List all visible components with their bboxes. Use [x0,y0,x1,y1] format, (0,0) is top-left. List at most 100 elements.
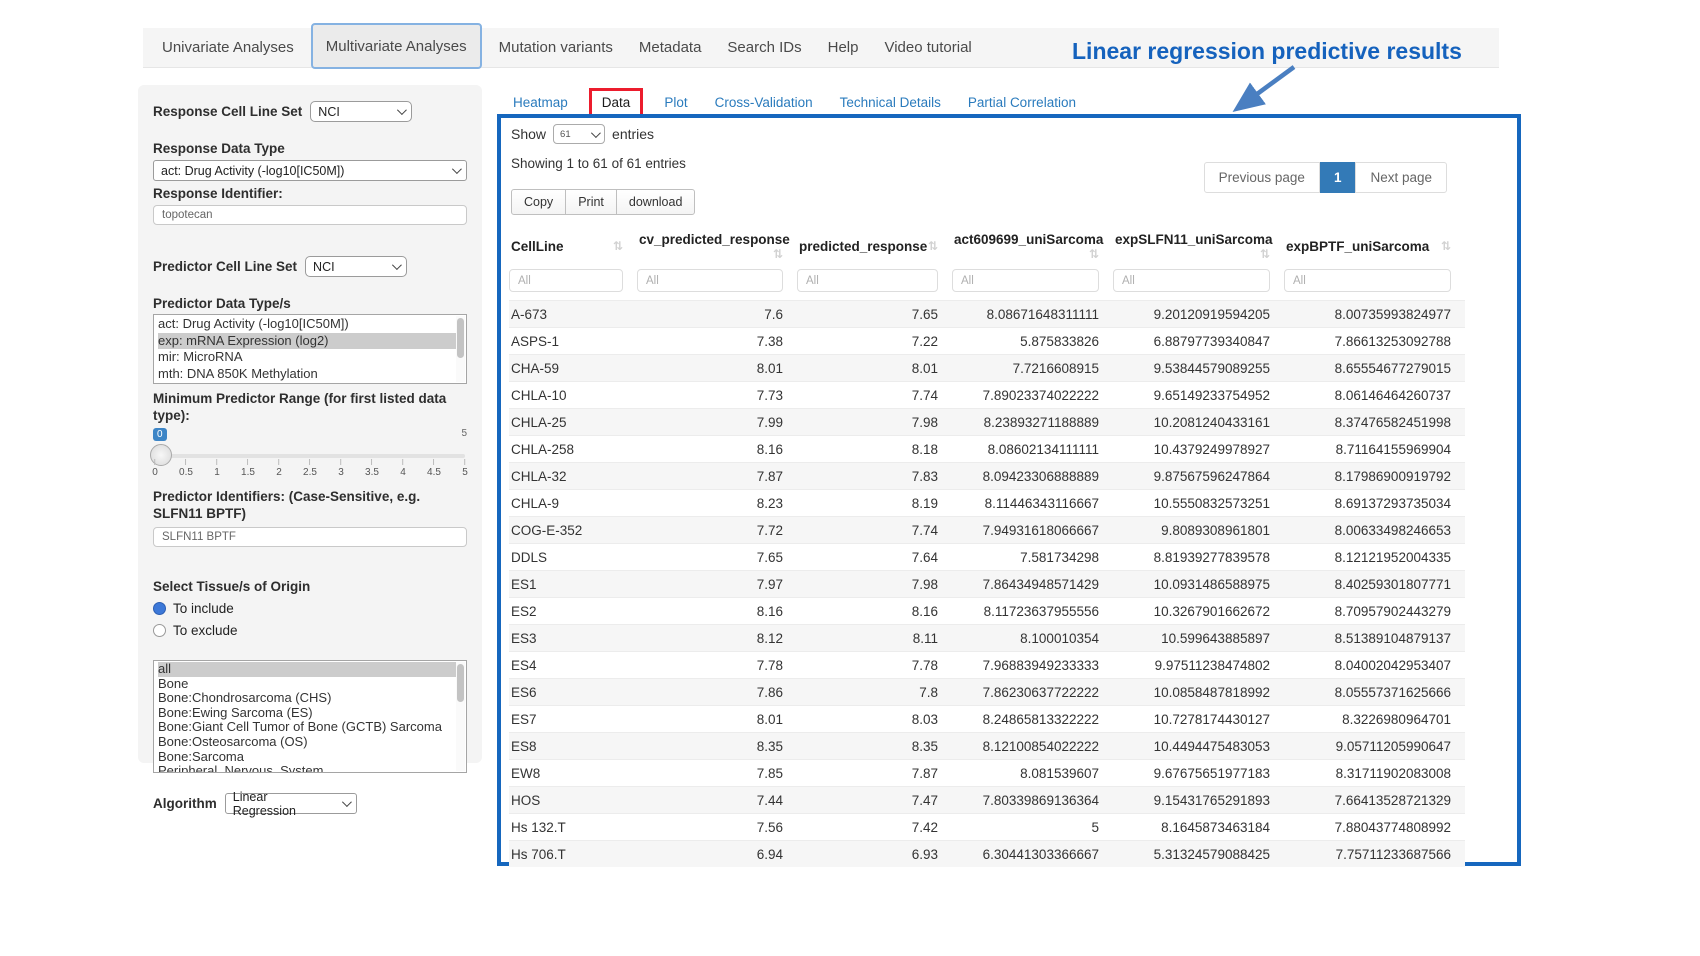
value-cell: 7.86230637722222 [952,679,1113,706]
value-cell: 10.3267901662672 [1113,598,1284,625]
tissue-list[interactable]: allBoneBone:Chondrosarcoma (CHS)Bone:Ewi… [153,660,467,773]
table-row[interactable]: CHLA-107.737.747.890233740222229.6514923… [509,382,1465,409]
print-button[interactable]: Print [565,189,617,215]
radio-to-exclude[interactable]: To exclude [153,623,467,638]
radio-unselected-icon[interactable] [153,624,166,637]
table-row[interactable]: HOS7.447.477.803398691363649.15431765291… [509,787,1465,814]
radio-to-include[interactable]: To include [153,601,467,616]
table-row[interactable]: CHA-598.018.017.72166089159.538445790892… [509,355,1465,382]
nav-item-search-ids[interactable]: Search IDs [714,39,814,56]
nav-item-univariate-analyses[interactable]: Univariate Analyses [149,39,307,56]
slider-ticks: 00.511.522.533.544.55 [155,459,465,483]
option-mth-dna-850k-methylation[interactable]: mth: DNA 850K Methylation [158,366,464,383]
option-peripheral-nervous-system[interactable]: Peripheral_Nervous_System [158,764,464,773]
value-cell: 7.80339869136364 [952,787,1113,814]
option-act-drug-activity-log10-ic50m[interactable]: act: Drug Activity (-log10[IC50M]) [158,316,464,333]
nav-item-mutation-variants[interactable]: Mutation variants [486,39,626,56]
table-row[interactable]: COG-E-3527.727.747.949316180666679.80893… [509,517,1465,544]
table-row[interactable]: CHLA-98.238.198.1144634311666710.5550832… [509,490,1465,517]
nav-item-multivariate-analyses[interactable]: Multivariate Analyses [311,23,482,69]
previous-page-button[interactable]: Previous page [1204,162,1320,193]
slider-track[interactable] [155,454,465,458]
column-header-act609699-unisarcoma[interactable]: act609699_uniSarcoma⇅ [952,223,1113,267]
filter-input-expslfn11-unisarcoma[interactable] [1113,269,1270,292]
nav-item-video-tutorial[interactable]: Video tutorial [871,39,984,56]
column-header-expslfn11-unisarcoma[interactable]: expSLFN11_uniSarcoma⇅ [1113,223,1284,267]
table-row[interactable]: ES47.787.787.968839492333339.97511238474… [509,652,1465,679]
option-bone-ewing-sarcoma-es[interactable]: Bone:Ewing Sarcoma (ES) [158,706,464,721]
tab-heatmap[interactable]: Heatmap [513,95,568,110]
table-row[interactable]: ES67.867.87.8623063772222210.08584878189… [509,679,1465,706]
option-bone-osteosarcoma-os[interactable]: Bone:Osteosarcoma (OS) [158,735,464,750]
scrollbar[interactable] [456,662,465,771]
value-cell: 6.88797739340847 [1113,328,1284,355]
table-row[interactable]: Hs 132.T7.567.4258.16458734631847.880437… [509,814,1465,841]
download-button[interactable]: download [616,189,696,215]
filter-input-expbptf-unisarcoma[interactable] [1284,269,1451,292]
nav-item-metadata[interactable]: Metadata [626,39,715,56]
table-row[interactable]: Hs 706.T6.946.936.304413033666675.313245… [509,841,1465,868]
sort-icon[interactable]: ⇅ [773,247,783,261]
tab-technical-details[interactable]: Technical Details [840,95,941,110]
sort-icon[interactable]: ⇅ [613,239,623,253]
sort-icon[interactable]: ⇅ [928,239,938,253]
nav-item-help[interactable]: Help [815,39,872,56]
filter-input-cellline[interactable] [509,269,623,292]
value-cell: 10.2081240433161 [1113,409,1284,436]
filter-input-predicted-response[interactable] [797,269,938,292]
table-row[interactable]: ES88.358.358.1210085402222210.4494475483… [509,733,1465,760]
slider-value-badge: 0 [153,428,167,441]
tab-plot[interactable]: Plot [664,95,687,110]
show-entries-select[interactable]: 61 [553,124,605,144]
sort-icon[interactable]: ⇅ [1441,239,1451,253]
sort-icon[interactable]: ⇅ [1089,247,1099,261]
table-row[interactable]: CHLA-327.877.838.094233068888899.8756759… [509,463,1465,490]
response-identifier-input[interactable] [153,205,467,225]
filter-input-act609699-unisarcoma[interactable] [952,269,1099,292]
next-page-button[interactable]: Next page [1355,162,1447,193]
column-header-predicted-response[interactable]: predicted_response⇅ [797,223,952,267]
scrollbar[interactable] [456,316,465,382]
filter-input-cv-predicted-response[interactable] [637,269,783,292]
table-row[interactable]: EW87.857.878.0815396079.676756519771838.… [509,760,1465,787]
table-row[interactable]: ES38.128.118.10001035410.5996438858978.5… [509,625,1465,652]
option-all[interactable]: all [158,662,464,677]
predictor-datatype-list[interactable]: act: Drug Activity (-log10[IC50M])exp: m… [153,314,467,384]
table-row[interactable]: CHLA-2588.168.188.0860213411111110.43792… [509,436,1465,463]
option-bone-giant-cell-tumor-of-bone-gctb-sarcoma[interactable]: Bone:Giant Cell Tumor of Bone (GCTB) Sar… [158,720,464,735]
table-row[interactable]: ES28.168.168.1172363795555610.3267901662… [509,598,1465,625]
table-row[interactable]: ASPS-17.387.225.8758338266.8879773934084… [509,328,1465,355]
option-bone-chondrosarcoma-chs[interactable]: Bone:Chondrosarcoma (CHS) [158,691,464,706]
response-data-type-select[interactable]: act: Drug Activity (-log10[IC50M]) [153,160,467,181]
value-cell: 8.06146464260737 [1284,382,1465,409]
scrollbar-thumb[interactable] [457,664,464,702]
slider-tick-label: 5 [462,467,468,478]
tab-data[interactable]: Data [589,88,644,117]
column-header-expbptf-unisarcoma[interactable]: expBPTF_uniSarcoma⇅ [1284,223,1465,267]
option-mir-microrna[interactable]: mir: MicroRNA [158,349,464,366]
table-row[interactable]: ES17.977.987.8643494857142910.0931486588… [509,571,1465,598]
scrollbar-thumb[interactable] [457,318,464,358]
tab-cross-validation[interactable]: Cross-Validation [715,95,813,110]
predictor-identifiers-input[interactable] [153,527,467,547]
column-header-cellline[interactable]: CellLine⇅ [509,223,637,267]
slider-tick: 0.5 [179,459,193,478]
table-row[interactable]: DDLS7.657.647.5817342988.819392778395788… [509,544,1465,571]
column-header-cv-predicted-response[interactable]: cv_predicted_response⇅ [637,223,797,267]
value-cell: 7.56 [637,814,797,841]
option-bone[interactable]: Bone [158,677,464,692]
option-bone-sarcoma[interactable]: Bone:Sarcoma [158,750,464,765]
value-cell: 7.78 [637,652,797,679]
option-exp-mrna-expression-log2[interactable]: exp: mRNA Expression (log2) [158,333,464,350]
sort-icon[interactable]: ⇅ [1260,247,1270,261]
radio-selected-icon[interactable] [153,602,166,615]
algorithm-select[interactable]: Linear Regression [225,793,357,814]
current-page-button[interactable]: 1 [1320,162,1356,193]
predictor-cell-line-set-select[interactable]: NCI [305,256,407,277]
table-row[interactable]: A-6737.67.658.086716483111119.2012091959… [509,301,1465,328]
copy-button[interactable]: Copy [511,189,566,215]
tab-partial-correlation[interactable]: Partial Correlation [968,95,1076,110]
table-row[interactable]: CHLA-257.997.988.2389327118888910.208124… [509,409,1465,436]
response-cell-line-set-select[interactable]: NCI [310,101,412,122]
table-row[interactable]: ES78.018.038.2486581332222210.7278174430… [509,706,1465,733]
